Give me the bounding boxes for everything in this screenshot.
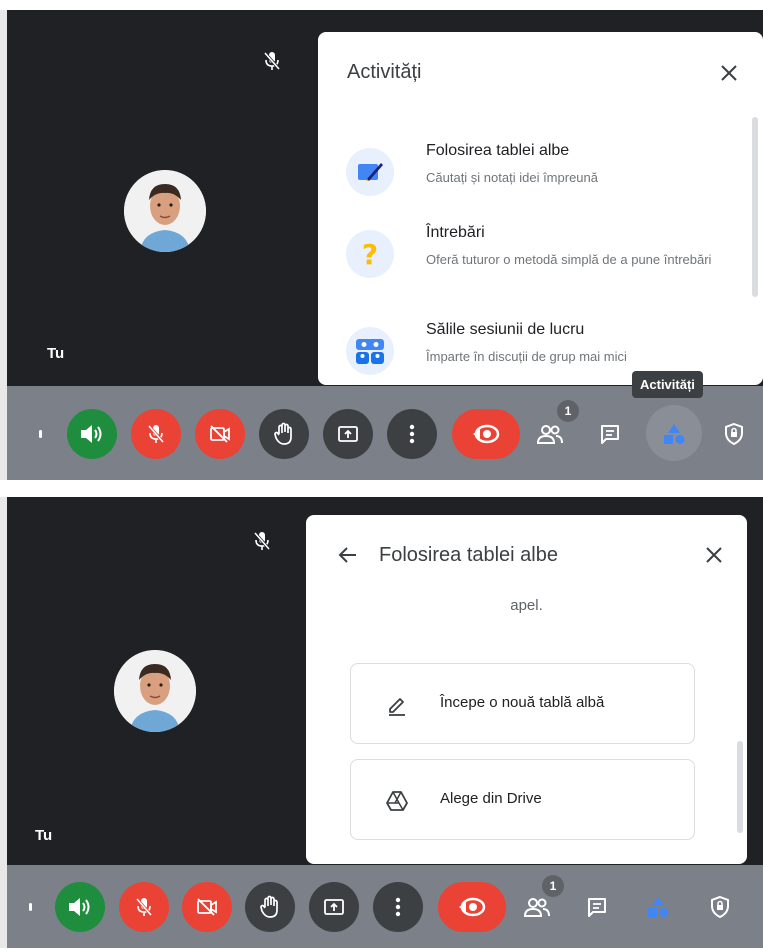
microphone-button[interactable]	[131, 409, 181, 459]
meeting-toolbar: 1	[7, 386, 763, 480]
drive-icon	[386, 791, 408, 811]
whiteboard-icon	[346, 148, 394, 196]
present-screen-icon	[338, 426, 358, 442]
item-description: Oferă tuturor o metodă simplă de a pune …	[426, 252, 712, 267]
item-description: Căutați și notați idei împreună	[426, 170, 598, 185]
camera-button[interactable]	[182, 882, 232, 932]
present-button[interactable]	[309, 882, 359, 932]
participants-count-badge: 1	[542, 875, 564, 897]
speaker-button[interactable]	[67, 409, 117, 459]
panel-title: Activități	[347, 61, 422, 83]
scrollbar[interactable]	[752, 117, 758, 297]
choose-from-drive-button[interactable]: Alege din Drive	[350, 759, 695, 840]
shield-lock-icon	[725, 422, 743, 446]
item-description: Împarte în discuții de grup mai mici	[426, 349, 627, 364]
close-icon	[721, 65, 737, 81]
question-icon: ?	[346, 230, 394, 278]
mic-off-icon	[263, 52, 281, 70]
meeting-screen-whiteboard: Tu Folosirea tablei albe apel. Începe o …	[0, 497, 763, 948]
item-title: Sălile sesiunii de lucru	[426, 321, 585, 338]
activity-item-whiteboard[interactable]: Folosirea tablei albe Căutați și notați …	[346, 142, 743, 212]
people-icon	[524, 898, 550, 917]
microphone-button[interactable]	[119, 882, 169, 932]
participant-name: Tu	[47, 345, 65, 362]
raise-hand-button[interactable]	[259, 409, 309, 459]
more-vert-icon	[409, 424, 415, 444]
people-icon	[537, 425, 563, 444]
leave-call-button[interactable]	[452, 409, 520, 459]
activities-panel: Activități Folosirea tablei albe Căutați…	[318, 32, 763, 385]
option-label: Alege din Drive	[440, 790, 542, 807]
panel-title: Folosirea tablei albe	[379, 544, 558, 566]
speaker-button[interactable]	[55, 882, 105, 932]
present-screen-icon	[324, 899, 344, 915]
activities-button[interactable]	[657, 417, 691, 451]
camera-off-icon	[197, 898, 217, 916]
end-call-icon	[473, 424, 500, 444]
activities-button[interactable]	[641, 890, 675, 924]
end-call-icon	[459, 897, 486, 917]
close-button[interactable]	[714, 58, 744, 88]
scrollbar[interactable]	[737, 741, 743, 833]
security-button[interactable]	[717, 417, 751, 451]
meeting-screen-activities: Tu Activități Folosirea tablei albe Căut…	[0, 10, 763, 480]
item-title: Întrebări	[426, 224, 485, 241]
camera-button[interactable]	[195, 409, 245, 459]
description-text: apel.	[510, 597, 543, 614]
mic-off-icon	[253, 532, 271, 550]
chat-icon	[601, 425, 619, 444]
mic-off-icon	[147, 425, 165, 443]
chat-icon	[588, 898, 606, 917]
speaker-icon	[69, 898, 90, 916]
chat-button[interactable]	[580, 890, 614, 924]
activities-tooltip: Activități	[632, 371, 703, 398]
participant-name: Tu	[35, 827, 53, 844]
arrow-back-icon	[338, 547, 356, 563]
avatar	[124, 170, 206, 252]
more-options-button[interactable]	[387, 409, 437, 459]
back-button[interactable]	[333, 540, 363, 570]
more-options-button[interactable]	[373, 882, 423, 932]
camera-off-icon	[210, 425, 230, 443]
shield-lock-icon	[711, 895, 729, 919]
leave-call-button[interactable]	[438, 882, 506, 932]
raise-hand-button[interactable]	[245, 882, 295, 932]
more-vert-icon	[395, 897, 401, 917]
more-left-indicator	[29, 903, 32, 911]
chat-button[interactable]	[593, 417, 627, 451]
participants-button[interactable]	[533, 417, 567, 451]
window-edge	[0, 10, 7, 480]
avatar	[114, 650, 196, 732]
breakout-rooms-icon	[346, 327, 394, 375]
speaker-icon	[81, 425, 102, 443]
option-label: Începe o nouă tablă albă	[440, 694, 605, 711]
new-whiteboard-button[interactable]: Începe o nouă tablă albă	[350, 663, 695, 744]
participants-count-badge: 1	[557, 400, 579, 422]
window-edge	[0, 497, 7, 948]
activity-item-questions[interactable]: ? Întrebări Oferă tuturor o metodă simpl…	[346, 224, 743, 294]
hand-icon	[260, 895, 278, 918]
activities-shapes-icon	[664, 424, 685, 444]
activities-shapes-icon	[648, 897, 669, 917]
present-button[interactable]	[323, 409, 373, 459]
security-button[interactable]	[703, 890, 737, 924]
mic-off-icon	[135, 898, 153, 916]
pencil-icon	[389, 698, 405, 716]
whiteboard-panel: Folosirea tablei albe apel. Începe o nou…	[306, 515, 747, 864]
close-icon	[706, 547, 722, 563]
hand-icon	[274, 422, 292, 445]
item-title: Folosirea tablei albe	[426, 142, 570, 159]
meeting-toolbar: 1	[7, 865, 763, 948]
close-button[interactable]	[699, 540, 729, 570]
more-left-indicator	[39, 430, 42, 438]
